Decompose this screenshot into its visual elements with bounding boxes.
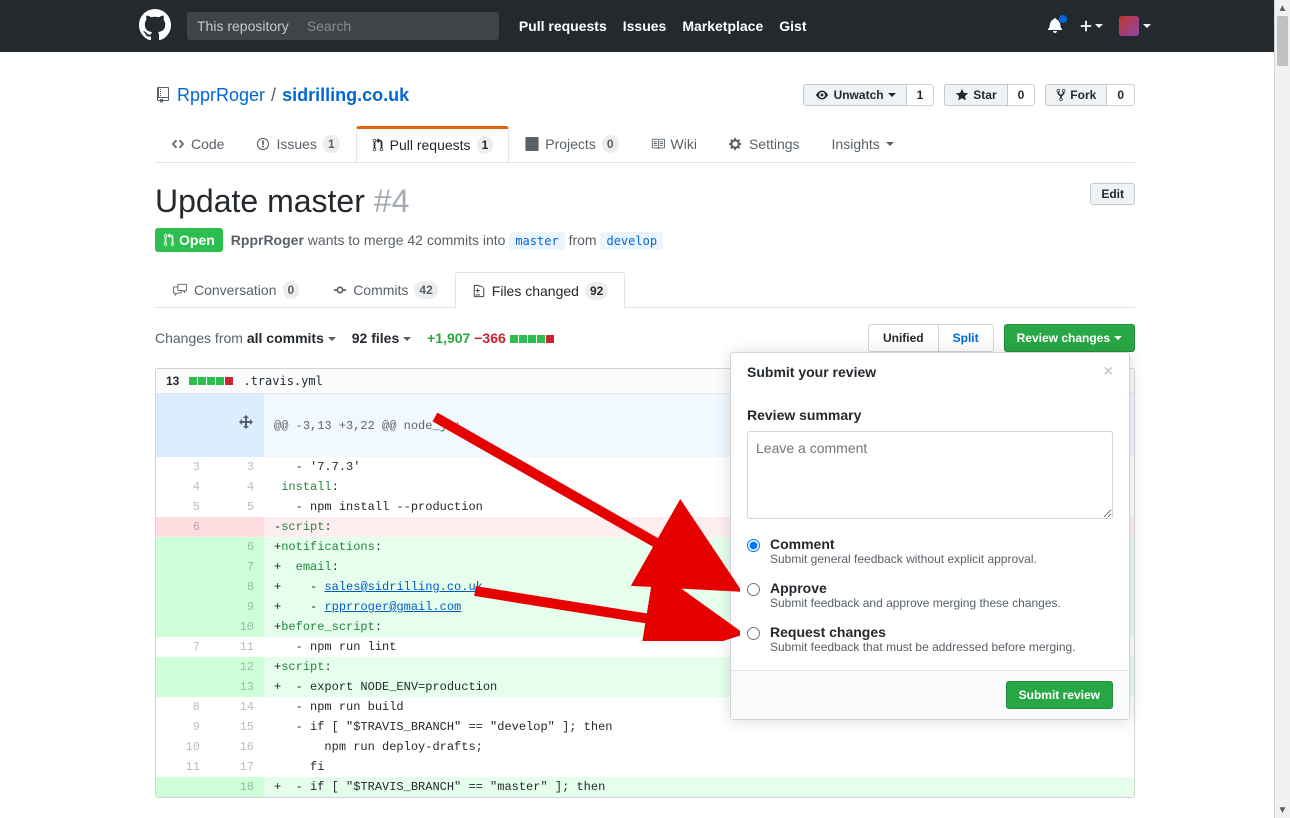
eye-icon <box>814 89 830 101</box>
review-option-request-changes[interactable]: Request changesSubmit feedback that must… <box>747 624 1113 654</box>
base-branch[interactable]: master <box>509 232 564 250</box>
radio-request-changes[interactable] <box>747 627 760 640</box>
diff-toolbar: Changes from all commits 92 files +1,907… <box>155 324 1135 352</box>
gear-icon <box>729 137 743 151</box>
submit-review-button[interactable]: Submit review <box>1006 681 1113 709</box>
expand-icon[interactable] <box>238 414 254 430</box>
tab-insights[interactable]: Insights <box>816 126 910 162</box>
avatar-icon <box>1119 16 1139 36</box>
diff-line[interactable]: 915 - if [ "$TRAVIS_BRANCH" == "develop"… <box>156 717 1134 737</box>
diff-line[interactable]: 18+ - if [ "$TRAVIS_BRANCH" == "master" … <box>156 777 1134 797</box>
tab-files-changed[interactable]: Files changed92 <box>455 272 626 308</box>
star-icon <box>955 88 969 102</box>
head-branch[interactable]: develop <box>600 232 663 250</box>
create-new-icon[interactable] <box>1079 19 1103 33</box>
review-comment-input[interactable] <box>747 431 1113 519</box>
review-popup-title: Submit your review <box>747 364 876 380</box>
pr-meta: Open RpprRoger wants to merge 42 commits… <box>155 228 1135 252</box>
tab-conversation[interactable]: Conversation0 <box>155 272 316 307</box>
tab-issues[interactable]: Issues1 <box>240 126 355 162</box>
code-icon <box>171 137 185 151</box>
file-diff-icon <box>472 284 486 298</box>
unified-button[interactable]: Unified <box>869 325 938 351</box>
tab-settings[interactable]: Settings <box>713 126 816 162</box>
unwatch-button[interactable]: Unwatch <box>803 84 907 106</box>
repo-icon <box>155 87 171 103</box>
changes-from-dropdown[interactable]: Changes from all commits <box>155 330 336 346</box>
diffstat-bar <box>510 335 554 343</box>
nav-pull-requests[interactable]: Pull requests <box>519 18 607 34</box>
nav-issues[interactable]: Issues <box>623 18 667 34</box>
watch-count[interactable]: 1 <box>907 84 935 106</box>
file-diffstat-bar <box>189 377 233 385</box>
review-summary-label: Review summary <box>747 407 1113 423</box>
radio-approve[interactable] <box>747 583 760 596</box>
edit-button[interactable]: Edit <box>1090 183 1135 205</box>
star-button[interactable]: Star <box>944 84 1007 106</box>
file-diff-count: 13 <box>166 374 179 388</box>
pr-title: Update master #4 <box>155 183 409 220</box>
pr-author[interactable]: RpprRoger <box>231 232 304 248</box>
scroll-down-icon[interactable]: ▼ <box>1275 802 1290 818</box>
split-button[interactable]: Split <box>938 325 993 351</box>
additions: +1,907 <box>427 330 470 346</box>
star-count[interactable]: 0 <box>1008 84 1036 106</box>
files-dropdown[interactable]: 92 files <box>352 330 411 346</box>
tab-projects[interactable]: Projects0 <box>509 126 634 162</box>
file-name[interactable]: .travis.yml <box>243 374 322 388</box>
diff-view-toggle: Unified Split <box>868 324 994 352</box>
book-icon <box>651 137 665 151</box>
nav-marketplace[interactable]: Marketplace <box>682 18 763 34</box>
tab-pull-requests[interactable]: Pull requests1 <box>356 126 510 162</box>
tab-code[interactable]: Code <box>155 126 240 162</box>
tab-wiki[interactable]: Wiki <box>635 126 713 162</box>
comment-icon <box>172 283 188 297</box>
fork-count[interactable]: 0 <box>1107 84 1135 106</box>
tab-commits[interactable]: Commits42 <box>316 272 455 307</box>
pr-icon <box>163 233 175 247</box>
repo-sep: / <box>271 85 276 106</box>
state-badge: Open <box>155 228 223 252</box>
issue-icon <box>256 137 270 151</box>
radio-comment[interactable] <box>747 539 760 552</box>
repo-owner-link[interactable]: RpprRoger <box>177 85 265 106</box>
topnav-links: Pull requests Issues Marketplace Gist <box>519 18 807 34</box>
topbar: This repository Pull requests Issues Mar… <box>0 0 1290 52</box>
commit-icon <box>333 283 347 297</box>
fork-icon <box>1056 88 1066 102</box>
fork-button[interactable]: Fork <box>1045 84 1107 106</box>
reponav: Code Issues1 Pull requests1 Projects0 Wi… <box>155 126 1135 163</box>
repo-name-link[interactable]: sidrilling.co.uk <box>282 85 409 106</box>
search-input[interactable] <box>299 12 499 40</box>
review-option-approve[interactable]: ApproveSubmit feedback and approve mergi… <box>747 580 1113 610</box>
diff-line[interactable]: 1016 npm run deploy-drafts; <box>156 737 1134 757</box>
scroll-up-icon[interactable]: ▲ <box>1275 0 1290 16</box>
scrollbar[interactable]: ▲ ▼ <box>1274 0 1290 818</box>
review-option-comment[interactable]: CommentSubmit general feedback without e… <box>747 536 1113 566</box>
search-scope[interactable]: This repository <box>187 12 299 40</box>
diff-line[interactable]: 1117 fi <box>156 757 1134 777</box>
notifications-icon[interactable] <box>1047 17 1063 36</box>
review-changes-button[interactable]: Review changes <box>1004 324 1135 352</box>
repohead: RpprRoger / sidrilling.co.uk Unwatch 1 S… <box>155 68 1135 163</box>
user-menu[interactable] <box>1119 16 1151 36</box>
pr-icon <box>372 138 384 152</box>
github-logo-icon[interactable] <box>139 9 171 44</box>
deletions: −366 <box>474 330 506 346</box>
project-icon <box>525 137 539 151</box>
nav-gist[interactable]: Gist <box>779 18 806 34</box>
scroll-thumb[interactable] <box>1277 16 1288 66</box>
review-popup: Submit your review × Review summary Comm… <box>730 352 1130 720</box>
close-icon[interactable]: × <box>1104 363 1113 381</box>
